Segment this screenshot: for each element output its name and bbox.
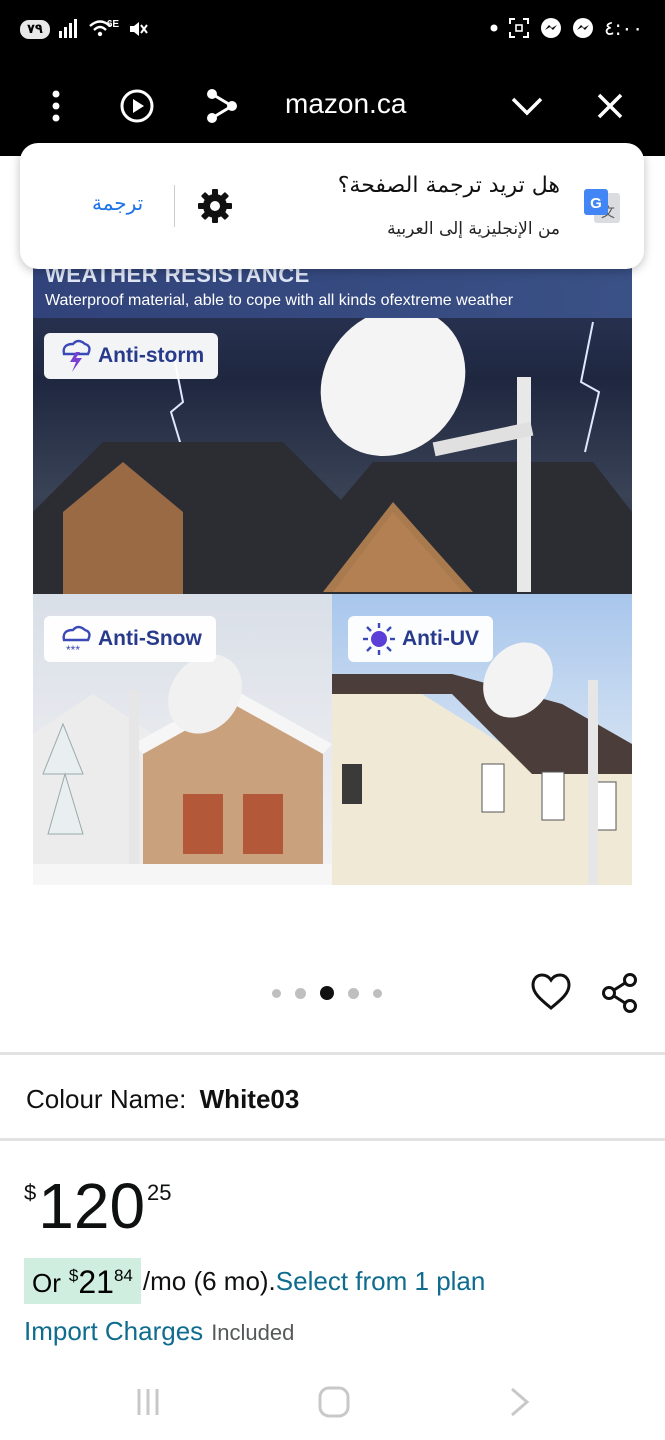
- play-icon[interactable]: [115, 84, 159, 128]
- section-divider: [0, 1052, 665, 1055]
- colour-label: Colour Name:: [26, 1084, 187, 1114]
- translate-title: هل تريد ترجمة الصفحة؟: [337, 173, 560, 198]
- menu-icon[interactable]: [34, 84, 78, 128]
- carousel-dot-active[interactable]: [320, 986, 334, 1000]
- price-currency: $: [24, 1180, 37, 1205]
- import-charges-row: Import Charges Included: [24, 1316, 294, 1347]
- translate-prompt: ترجمة هل تريد ترجمة الصفحة؟ من الإنجليزي…: [20, 143, 644, 269]
- signal-icon: [58, 19, 77, 38]
- carousel-indicator: [272, 986, 382, 1000]
- badge-anti-snow: *** Anti-Snow: [44, 616, 216, 662]
- wifi-icon: 6E: [88, 19, 119, 39]
- badge-anti-storm: Anti-storm: [44, 333, 219, 379]
- select-plan-link[interactable]: Select from 1 plan: [276, 1266, 486, 1297]
- plan-currency: $: [68, 1266, 79, 1285]
- share-icon[interactable]: [600, 972, 640, 1014]
- status-bar: ٧٩ 6E ٤:٠٠: [0, 0, 665, 64]
- dot-icon: [490, 24, 498, 32]
- carousel-dot[interactable]: [272, 988, 281, 998]
- battery-indicator: ٧٩: [20, 19, 50, 39]
- colour-selector[interactable]: Colour Name: White03: [26, 1084, 299, 1115]
- google-translate-icon: 文 G: [584, 189, 620, 223]
- price-fraction: 25: [147, 1180, 172, 1205]
- screenshot-icon: [509, 18, 530, 38]
- snow-icon: ***: [62, 625, 91, 656]
- share-icon[interactable]: [199, 84, 243, 128]
- import-charges-value: Included: [211, 1320, 295, 1345]
- badge-anti-uv: Anti-UV: [348, 616, 493, 662]
- svg-text:G: G: [590, 195, 602, 212]
- heart-icon[interactable]: [530, 972, 572, 1012]
- translate-subtitle: من الإنجليزية إلى العربية: [387, 219, 560, 239]
- sun-icon: [363, 623, 395, 655]
- chevron-down-icon[interactable]: [505, 84, 549, 128]
- hero-uv-panel: Anti-UV: [332, 594, 632, 885]
- plan-terms: /mo (6 mo).: [142, 1265, 276, 1296]
- url-text[interactable]: mazon.ca: [285, 88, 406, 120]
- hero-caption: Waterproof material, able to cope with a…: [45, 292, 514, 309]
- messenger-icon: [541, 18, 562, 38]
- hero-snow-panel: *** Anti-Snow: [33, 594, 332, 885]
- gear-icon[interactable]: [196, 187, 234, 225]
- status-left: ٧٩ 6E: [20, 18, 149, 40]
- plan-whole: 21: [78, 1264, 114, 1300]
- translate-button[interactable]: ترجمة: [92, 191, 143, 215]
- status-right: ٤:٠٠: [490, 16, 643, 40]
- hero-banner: WEATHER RESISTANCE Waterproof material, …: [33, 262, 632, 318]
- close-icon[interactable]: [588, 84, 632, 128]
- system-nav-bar: [0, 1360, 665, 1440]
- carousel-dot[interactable]: [348, 987, 359, 999]
- price: $ 120 25: [24, 1170, 172, 1242]
- badge-label: Anti-storm: [98, 344, 205, 367]
- home-icon[interactable]: [312, 1382, 356, 1422]
- messenger-icon: [573, 18, 594, 38]
- storm-icon: [62, 339, 91, 372]
- hero-storm-panel: WEATHER RESISTANCE Waterproof material, …: [33, 262, 632, 594]
- colour-value: White03: [199, 1084, 300, 1114]
- import-charges-link[interactable]: Import Charges: [24, 1316, 203, 1347]
- payment-plan-row: Or $ 21 84 /mo (6 mo). Select from 1 pla…: [24, 1258, 485, 1304]
- carousel-dot[interactable]: [295, 987, 306, 999]
- translate-divider: [174, 185, 175, 227]
- section-divider: [0, 1138, 665, 1141]
- mute-icon: [130, 22, 148, 36]
- network-label: 6E: [106, 18, 120, 30]
- badge-label: Anti-UV: [402, 627, 479, 650]
- recents-icon[interactable]: [126, 1382, 170, 1422]
- badge-label: Anti-Snow: [98, 627, 202, 650]
- product-image[interactable]: WEATHER RESISTANCE Waterproof material, …: [33, 262, 632, 885]
- price-whole: 120: [38, 1170, 146, 1242]
- back-icon[interactable]: [498, 1382, 542, 1422]
- plan-or: Or: [32, 1268, 61, 1298]
- plan-fraction: 84: [113, 1266, 133, 1285]
- carousel-dot[interactable]: [373, 988, 382, 998]
- clock: ٤:٠٠: [604, 16, 643, 40]
- plan-price-highlight: Or $ 21 84: [24, 1258, 141, 1304]
- svg-text:***: ***: [66, 643, 80, 656]
